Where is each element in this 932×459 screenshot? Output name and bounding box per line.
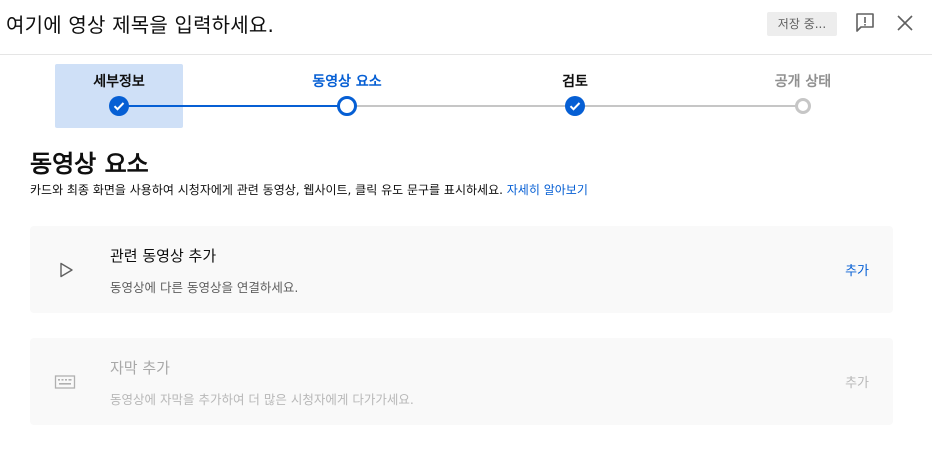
stepper-track-complete (119, 105, 347, 107)
save-status-badge: 저장 중... (767, 12, 837, 36)
learn-more-link[interactable]: 자세히 알아보기 (507, 183, 588, 197)
play-outline-icon (56, 260, 76, 280)
section-description: 카드와 최종 화면을 사용하여 시청자에게 관련 동영상, 웹사이트, 클릭 유… (30, 181, 588, 198)
editor-header: 여기에 영상 제목을 입력하세요. 저장 중... (0, 0, 932, 55)
step-label-video-elements[interactable]: 동영상 요소 (287, 71, 407, 91)
step-label-review[interactable]: 검토 (515, 71, 635, 91)
card-title: 자막 추가 (110, 359, 170, 377)
close-icon[interactable] (893, 11, 917, 35)
feedback-icon[interactable] (853, 11, 877, 35)
description-text: 카드와 최종 화면을 사용하여 시청자에게 관련 동영상, 웹사이트, 클릭 유… (30, 183, 503, 197)
video-title-input[interactable]: 여기에 영상 제목을 입력하세요. (6, 9, 274, 38)
step-label-details[interactable]: 세부정보 (59, 71, 179, 91)
page-title: 동영상 요소 (30, 150, 149, 178)
add-related-video-button[interactable]: 추가 (845, 260, 869, 279)
subtitles-card: 자막 추가 동영상에 자막을 추가하여 더 많은 시청자에게 다가가세요. 추가 (30, 338, 893, 425)
step-label-visibility[interactable]: 공개 상태 (743, 71, 863, 91)
upload-stepper: 세부정보 동영상 요소 검토 공개 상태 (0, 56, 932, 130)
step-current-dot[interactable] (337, 96, 357, 116)
card-subtitle: 동영상에 자막을 추가하여 더 많은 시청자에게 다가가세요. (110, 392, 414, 407)
add-subtitles-button[interactable]: 추가 (845, 372, 869, 391)
step-check-icon[interactable] (109, 96, 129, 116)
step-check-icon[interactable] (565, 96, 585, 116)
related-video-card: 관련 동영상 추가 동영상에 다른 동영상을 연결하세요. 추가 (30, 226, 893, 313)
step-pending-dot[interactable] (795, 98, 811, 114)
card-subtitle: 동영상에 다른 동영상을 연결하세요. (110, 280, 299, 295)
card-title: 관련 동영상 추가 (110, 247, 217, 265)
keyboard-subtitles-icon (54, 372, 76, 392)
